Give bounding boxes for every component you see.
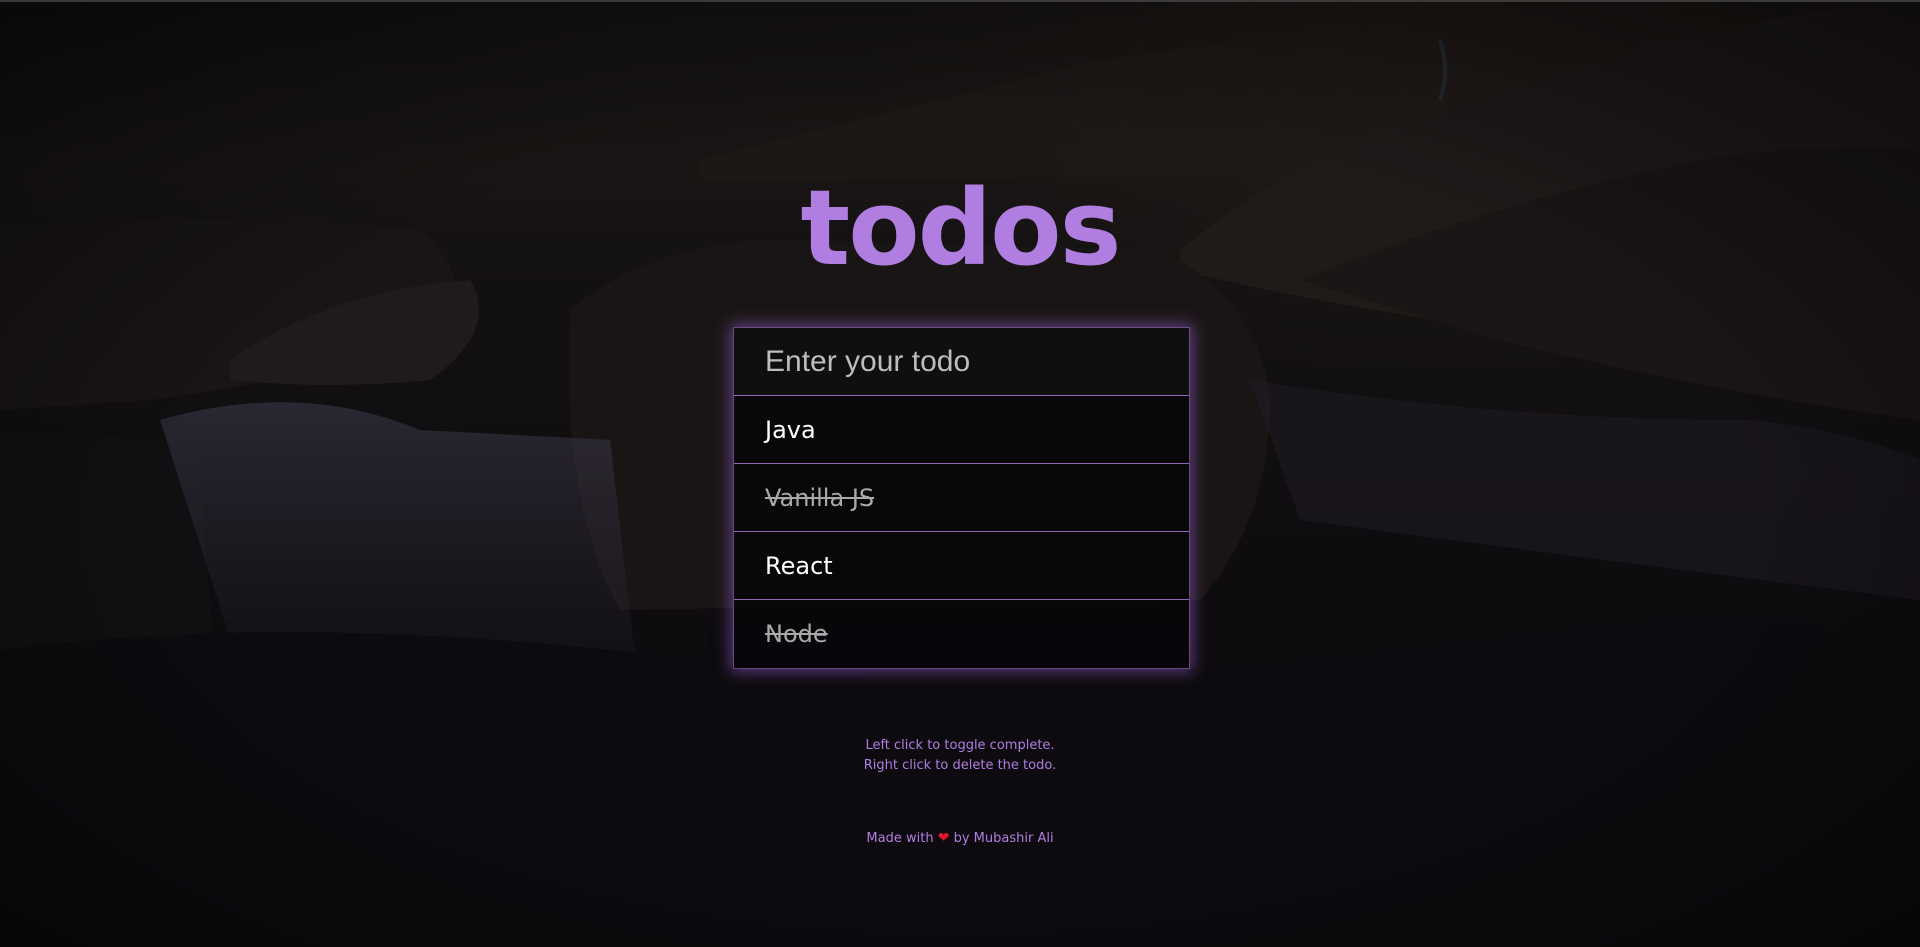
todo-text: Vanilla JS — [765, 483, 875, 512]
heart-icon: ❤ — [937, 830, 950, 846]
todo-item[interactable]: Java — [734, 396, 1189, 464]
todo-app: todos Java Vanilla JS React Node Left cl… — [0, 0, 1920, 947]
todo-text: Node — [765, 620, 828, 648]
todo-input[interactable] — [734, 328, 1189, 396]
footer-prefix: Made with — [866, 831, 934, 846]
footer: Made with ❤ by Mubashir Ali — [0, 829, 1920, 848]
app-title: todos — [800, 167, 1122, 289]
todo-item[interactable]: Node — [734, 600, 1189, 668]
hint-right-click: Right click to delete the todo. — [863, 758, 1057, 773]
footer-author: by Mubashir Ali — [953, 831, 1054, 846]
hint-left-click: Left click to toggle complete. — [865, 738, 1055, 753]
todo-text: React — [765, 551, 833, 580]
todo-item[interactable]: React — [734, 532, 1189, 600]
usage-hint: Left click to toggle complete. Right cli… — [0, 736, 1920, 776]
todo-list: Java Vanilla JS React Node — [734, 396, 1189, 668]
todo-text: Java — [765, 415, 816, 444]
todo-panel: Java Vanilla JS React Node — [733, 327, 1190, 669]
todo-item[interactable]: Vanilla JS — [734, 464, 1189, 532]
